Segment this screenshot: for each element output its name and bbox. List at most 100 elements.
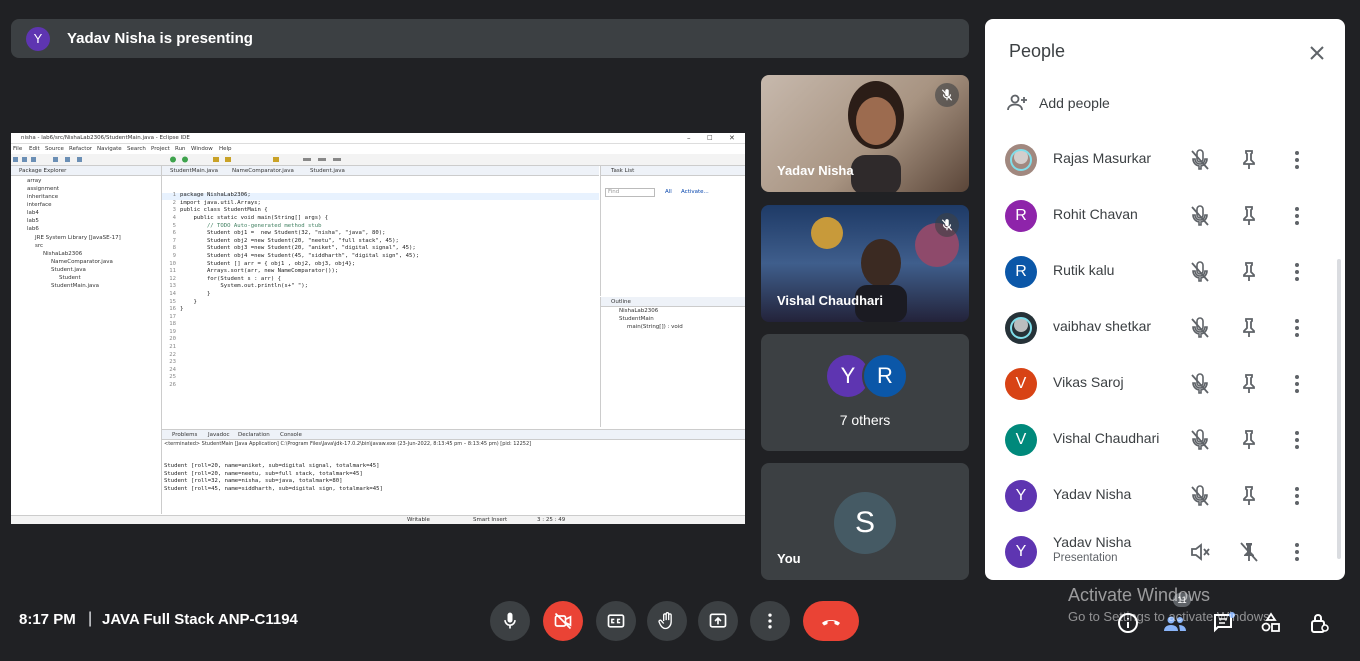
pin-icon[interactable]	[1237, 204, 1261, 228]
participant-tile-vishal-chaudhari[interactable]: Vishal Chaudhari	[761, 205, 969, 322]
toolbar-icons[interactable]	[13, 156, 353, 163]
participant-row[interactable]: Y Yadav Nisha Presentation	[985, 524, 1330, 580]
unpin-icon[interactable]	[1237, 540, 1261, 564]
close-icon[interactable]	[1305, 41, 1329, 65]
more-vert-icon[interactable]	[1285, 148, 1309, 172]
add-person-icon	[1007, 94, 1027, 111]
editor-tab[interactable]: NameComparator.java	[232, 168, 294, 174]
more-vert-icon[interactable]	[1285, 540, 1309, 564]
menu-run[interactable]: Run	[175, 146, 186, 152]
participant-tile-yadav-nisha[interactable]: Yadav Nisha	[761, 75, 969, 192]
menu-project[interactable]: Project	[151, 146, 170, 152]
mic-off-icon	[935, 83, 959, 107]
maximize-icon[interactable]: □	[707, 134, 713, 141]
present-button[interactable]	[698, 601, 738, 641]
participant-row[interactable]: Y Yadav Nisha	[985, 468, 1330, 524]
tree-item[interactable]: JRE System Library [JavaSE-17]	[35, 235, 121, 241]
pin-icon[interactable]	[1237, 484, 1261, 508]
mic-off-icon[interactable]	[1188, 428, 1212, 452]
mic-off-icon[interactable]	[1188, 484, 1212, 508]
more-vert-icon[interactable]	[1285, 204, 1309, 228]
tree-item[interactable]: inheritance	[27, 194, 58, 200]
eclipse-toolbar[interactable]	[11, 154, 745, 166]
mic-off-icon[interactable]	[1188, 372, 1212, 396]
shared-screen[interactable]: nisha - lab6/src/NishaLab2306/StudentMai…	[11, 133, 745, 524]
tree-item[interactable]: NishaLab2306	[43, 251, 82, 257]
menu-help[interactable]: Help	[219, 146, 232, 152]
more-vert-icon[interactable]	[1285, 484, 1309, 508]
mic-off-icon[interactable]	[1188, 204, 1212, 228]
tab-javadoc[interactable]: Javadoc	[208, 432, 230, 438]
mic-off-icon[interactable]	[1188, 148, 1212, 172]
tree-item[interactable]: array	[27, 178, 41, 184]
menu-window[interactable]: Window	[191, 146, 213, 152]
participant-row[interactable]: V Vishal Chaudhari	[985, 412, 1330, 468]
participant-row[interactable]: Rajas Masurkar	[985, 132, 1330, 188]
participant-row[interactable]: V Vikas Saroj	[985, 356, 1330, 412]
more-vert-icon[interactable]	[1285, 428, 1309, 452]
task-list-title: Task List	[611, 168, 635, 174]
pin-icon[interactable]	[1237, 428, 1261, 452]
tab-console[interactable]: Console	[280, 432, 302, 438]
others-tile[interactable]: Y R 7 others	[761, 334, 969, 451]
add-people-button[interactable]: Add people	[1005, 91, 1205, 115]
tree-item[interactable]: lab6	[27, 226, 39, 232]
editor-tab[interactable]: Student.java	[310, 168, 345, 174]
tab-problems[interactable]: Problems	[172, 432, 197, 438]
raise-hand-button[interactable]	[647, 601, 687, 641]
close-window-icon[interactable]: ✕	[729, 134, 735, 142]
participant-row[interactable]: R Rohit Chavan	[985, 188, 1330, 244]
menu-search[interactable]: Search	[127, 146, 146, 152]
captions-button[interactable]	[596, 601, 636, 641]
outline-item[interactable]: StudentMain	[619, 316, 654, 322]
outline-item[interactable]: NishaLab2306	[619, 308, 658, 314]
tree-item[interactable]: NameComparator.java	[51, 259, 113, 265]
task-list-panel[interactable]: Task List Find All Activate...	[600, 166, 745, 296]
menu-file[interactable]: File	[13, 146, 22, 152]
tree-item[interactable]: StudentMain.java	[51, 283, 99, 289]
task-find-input[interactable]: Find	[605, 188, 655, 197]
participant-row[interactable]: vaibhav shetkar	[985, 300, 1330, 356]
tree-item[interactable]: Student	[59, 275, 81, 281]
mic-off-icon[interactable]	[1188, 260, 1212, 284]
editor-tab[interactable]: StudentMain.java	[170, 168, 218, 174]
pin-icon[interactable]	[1237, 316, 1261, 340]
menu-refactor[interactable]: Refactor	[69, 146, 92, 152]
code-editor[interactable]: StudentMain.java NameComparator.java Stu…	[162, 166, 599, 428]
audio-off-icon[interactable]	[1188, 540, 1212, 564]
self-tile[interactable]: S You	[761, 463, 969, 580]
console-panel[interactable]: Problems Javadoc Declaration Console <te…	[162, 429, 745, 515]
pin-icon[interactable]	[1237, 260, 1261, 284]
more-options-button[interactable]	[750, 601, 790, 641]
leave-call-button[interactable]	[803, 601, 859, 641]
more-vert-icon[interactable]	[1285, 260, 1309, 284]
tab-declaration[interactable]: Declaration	[238, 432, 270, 438]
menu-source[interactable]: Source	[45, 146, 64, 152]
minimize-icon[interactable]: –	[687, 134, 691, 142]
tree-item[interactable]: interface	[27, 202, 52, 208]
participant-avatar: V	[1005, 368, 1037, 400]
tree-item[interactable]: lab4	[27, 210, 39, 216]
panel-scrollbar[interactable]	[1337, 259, 1341, 559]
tree-item[interactable]: assignment	[27, 186, 59, 192]
more-vert-icon[interactable]	[1285, 316, 1309, 340]
tree-item[interactable]: lab5	[27, 218, 39, 224]
task-all-link[interactable]: All	[665, 189, 672, 195]
tree-item[interactable]: src	[35, 243, 43, 249]
participant-name: vaibhav shetkar	[1053, 318, 1152, 334]
outline-item[interactable]: main(String[]) : void	[627, 324, 683, 330]
menu-navigate[interactable]: Navigate	[97, 146, 122, 152]
mic-off-icon[interactable]	[1188, 316, 1212, 340]
task-activate-link[interactable]: Activate...	[681, 189, 709, 195]
outline-panel[interactable]: Outline NishaLab2306 StudentMain main(St…	[600, 297, 745, 427]
pin-icon[interactable]	[1237, 148, 1261, 172]
more-vert-icon[interactable]	[1285, 372, 1309, 396]
menu-edit[interactable]: Edit	[29, 146, 40, 152]
tree-item[interactable]: Student.java	[51, 267, 86, 273]
camera-button[interactable]	[543, 601, 583, 641]
participant-row[interactable]: R Rutik kalu	[985, 244, 1330, 300]
package-explorer[interactable]: Package Explorer array assignment inheri…	[11, 166, 162, 514]
mic-button[interactable]	[490, 601, 530, 641]
host-controls-button[interactable]	[1305, 609, 1333, 637]
pin-icon[interactable]	[1237, 372, 1261, 396]
